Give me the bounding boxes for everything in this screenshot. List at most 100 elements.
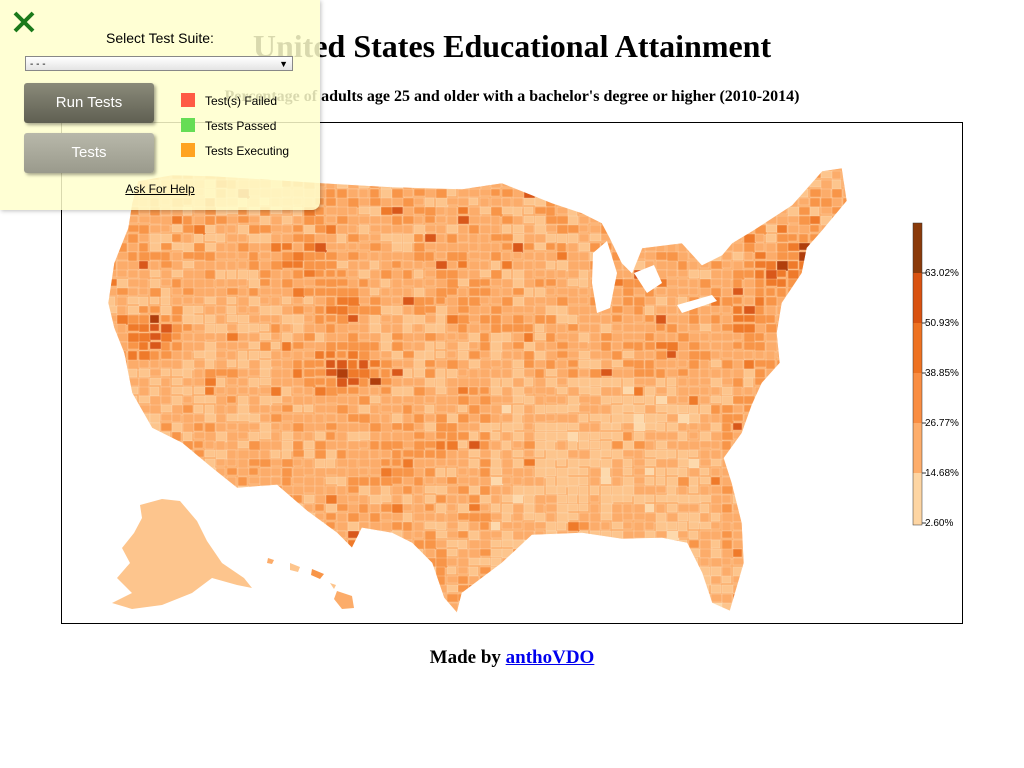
county-cell[interactable] — [820, 242, 833, 253]
county-cell[interactable] — [171, 314, 183, 323]
county-cell[interactable] — [336, 584, 349, 593]
county-cell[interactable] — [446, 566, 457, 575]
county-cell[interactable] — [600, 197, 611, 209]
county-cell[interactable] — [512, 548, 524, 559]
county-cell[interactable] — [106, 557, 119, 568]
county-cell[interactable] — [754, 512, 765, 522]
county-cell[interactable] — [106, 242, 118, 254]
county-cell[interactable] — [512, 584, 524, 596]
county-cell[interactable] — [809, 368, 822, 377]
county-cell[interactable] — [303, 269, 317, 278]
county-cell[interactable] — [336, 269, 347, 278]
county-cell[interactable] — [699, 341, 711, 351]
county-cell[interactable] — [106, 305, 119, 314]
county-cell[interactable] — [831, 395, 845, 407]
county-cell[interactable] — [776, 170, 789, 182]
county-cell[interactable] — [831, 278, 843, 289]
county-cell[interactable] — [677, 233, 688, 244]
county-cell[interactable] — [270, 422, 281, 431]
county-cell[interactable] — [457, 575, 469, 585]
county-cell[interactable] — [347, 512, 361, 523]
county-cell[interactable] — [226, 215, 240, 225]
county-cell[interactable] — [688, 485, 699, 494]
county-cell[interactable] — [446, 314, 460, 325]
county-cell[interactable] — [787, 296, 799, 307]
county-cell[interactable] — [402, 260, 414, 270]
county-cell[interactable] — [820, 593, 834, 602]
county-cell[interactable] — [567, 575, 581, 585]
county-cell[interactable] — [798, 404, 811, 415]
county-cell[interactable] — [336, 314, 350, 326]
county-cell[interactable] — [754, 539, 766, 550]
county-cell[interactable] — [369, 332, 382, 343]
county-cell[interactable] — [567, 467, 580, 476]
county-cell[interactable] — [754, 197, 765, 207]
county-cell[interactable] — [545, 260, 556, 270]
county-cell[interactable] — [831, 476, 845, 488]
county-cell[interactable] — [710, 350, 721, 360]
county-cell[interactable] — [765, 314, 776, 324]
county-cell[interactable] — [567, 386, 581, 398]
county-cell[interactable] — [754, 458, 768, 470]
county-cell[interactable] — [589, 233, 602, 242]
county-cell[interactable] — [809, 296, 820, 308]
county-cell[interactable] — [831, 584, 844, 594]
county-cell[interactable] — [655, 584, 669, 596]
county-cell[interactable] — [138, 296, 149, 308]
county-cell[interactable] — [248, 341, 261, 350]
county-cell[interactable] — [567, 413, 579, 425]
county-cell[interactable] — [600, 539, 611, 549]
county-cell[interactable] — [710, 341, 723, 351]
county-cell[interactable] — [556, 170, 570, 181]
county-cell[interactable] — [600, 458, 613, 469]
county-cell[interactable] — [622, 188, 636, 197]
county-cell[interactable] — [798, 449, 809, 459]
county-cell[interactable] — [149, 350, 160, 362]
county-cell[interactable] — [688, 521, 700, 530]
county-cell[interactable] — [391, 305, 403, 316]
county-cell[interactable] — [127, 224, 140, 233]
county-cell[interactable] — [226, 413, 239, 422]
county-cell[interactable] — [171, 287, 183, 296]
county-cell[interactable] — [380, 260, 394, 272]
county-cell[interactable] — [688, 260, 699, 271]
county-cell[interactable] — [589, 350, 603, 360]
county-cell[interactable] — [270, 575, 284, 585]
county-cell[interactable] — [226, 386, 238, 396]
county-cell[interactable] — [765, 584, 778, 596]
county-cell[interactable] — [358, 503, 369, 515]
county-cell[interactable] — [754, 359, 768, 368]
county-cell[interactable] — [369, 224, 382, 233]
county-cell[interactable] — [160, 386, 172, 398]
county-cell[interactable] — [820, 386, 833, 396]
county-cell[interactable] — [380, 575, 394, 586]
county-cell[interactable] — [523, 431, 535, 443]
county-cell[interactable] — [457, 413, 470, 424]
county-cell[interactable] — [204, 305, 216, 316]
county-cell[interactable] — [182, 458, 195, 470]
county-cell[interactable] — [820, 359, 831, 368]
county-cell[interactable] — [479, 314, 491, 325]
county-cell[interactable] — [204, 242, 218, 252]
county-cell[interactable] — [270, 242, 282, 253]
county-cell[interactable] — [182, 314, 196, 325]
county-cell[interactable] — [281, 341, 292, 353]
county-cell[interactable] — [215, 215, 229, 225]
county-cell[interactable] — [281, 467, 293, 479]
county-cell[interactable] — [743, 584, 757, 595]
county-cell[interactable] — [754, 431, 766, 443]
county-cell[interactable] — [688, 233, 700, 244]
county-cell[interactable] — [479, 260, 490, 271]
county-cell[interactable] — [677, 197, 690, 209]
county-cell[interactable] — [633, 296, 646, 308]
county-cell[interactable] — [490, 395, 504, 404]
county-cell[interactable] — [237, 350, 248, 362]
county-cell[interactable] — [281, 440, 294, 452]
county-cell[interactable] — [106, 404, 119, 414]
county-cell[interactable] — [578, 368, 590, 378]
county-cell[interactable] — [556, 539, 569, 549]
county-cell[interactable] — [402, 584, 414, 595]
county-cell[interactable] — [116, 494, 130, 505]
county-cell[interactable] — [259, 584, 272, 593]
county-cell[interactable] — [237, 323, 250, 334]
